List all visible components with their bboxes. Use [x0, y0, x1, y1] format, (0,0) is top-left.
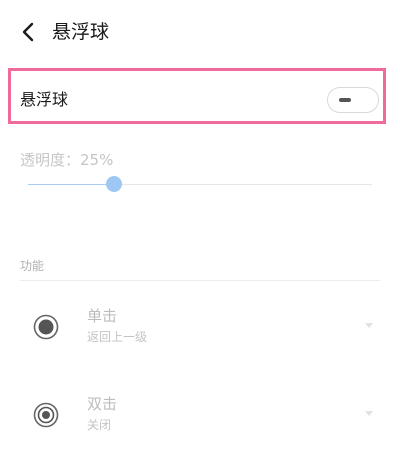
opacity-slider-fill: [28, 184, 114, 185]
function-item-double-tap[interactable]: 双击 关闭: [0, 385, 400, 445]
function-item-subtitle: 返回上一级: [87, 330, 148, 344]
chevron-down-icon: [365, 411, 373, 416]
function-item-subtitle: 关闭: [87, 418, 112, 432]
floating-ball-label: 悬浮球: [20, 90, 69, 109]
header: 悬浮球: [0, 0, 400, 64]
chevron-down-icon: [365, 323, 373, 328]
target-ring-icon: [33, 402, 59, 428]
radio-filled-icon: [33, 314, 59, 340]
function-item-title: 双击: [87, 395, 118, 413]
function-item-title: 单击: [87, 307, 118, 325]
page-title: 悬浮球: [52, 21, 110, 43]
toggle-knob: [339, 98, 351, 102]
opacity-slider-track[interactable]: [28, 176, 372, 192]
function-item-single-tap[interactable]: 单击 返回上一级: [0, 297, 400, 357]
floating-ball-toggle[interactable]: [327, 87, 379, 113]
opacity-slider-thumb[interactable]: [106, 176, 122, 192]
back-button[interactable]: [12, 16, 44, 48]
section-title-functions: 功能: [20, 259, 45, 273]
section-divider: [20, 280, 380, 281]
chevron-left-icon: [22, 22, 34, 42]
opacity-label: 透明度：25%: [20, 151, 114, 169]
